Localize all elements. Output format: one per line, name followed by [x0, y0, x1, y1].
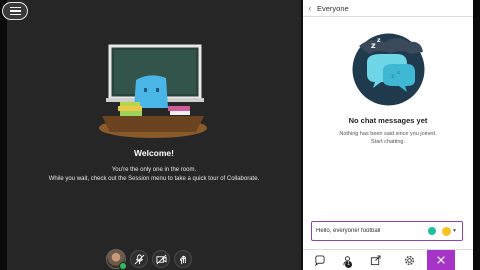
microphone-toggle-button[interactable] [130, 250, 148, 268]
menu-icon-bar [9, 6, 21, 9]
chat-icon [314, 254, 325, 266]
attendee-count-badge: 1 [345, 260, 352, 268]
settings-icon [404, 255, 414, 265]
raise-hand-button[interactable] [174, 250, 192, 268]
left-edge [0, 0, 7, 270]
svg-text:z: z [391, 73, 395, 80]
share-icon [370, 254, 381, 265]
menu-icon-bar [9, 13, 21, 16]
chat-message-input[interactable] [316, 228, 426, 234]
hand-raise-icon [179, 255, 186, 264]
welcome-message-line: You're the only one in the room. [111, 167, 197, 173]
chat-tab-button[interactable] [305, 250, 333, 270]
back-chevron-icon[interactable]: ‹ [303, 3, 317, 13]
welcome-title: Welcome! [134, 148, 174, 158]
empty-chat-title: No chat messages yet [348, 116, 428, 125]
avatar[interactable] [106, 249, 127, 270]
close-panel-button[interactable] [427, 249, 455, 270]
chat-panel-header: ‹ Everyone [303, 0, 473, 17]
empty-chat-message-line: Nothing has been said since you joined. [339, 131, 437, 137]
chevron-down-icon[interactable]: ▼ [452, 228, 457, 234]
menu-icon-bar [9, 10, 21, 12]
media-controls [106, 248, 192, 270]
camera-off-icon [155, 254, 167, 264]
svg-text:z: z [371, 41, 376, 50]
camera-toggle-button[interactable] [152, 250, 170, 268]
share-content-button[interactable] [361, 250, 389, 270]
svg-text:z: z [377, 37, 381, 44]
panel-title: Everyone [317, 3, 349, 13]
grammar-check-icon[interactable] [428, 227, 436, 235]
emoji-icon[interactable] [442, 226, 451, 236]
svg-text:z: z [397, 70, 400, 76]
microphone-off-icon [134, 253, 144, 264]
welcome-message-line: While you wait, check out the Session me… [48, 176, 260, 182]
right-edge [473, 0, 480, 270]
empty-chat-message-line: Start chatting. [371, 139, 405, 145]
classroom-illustration [99, 44, 207, 138]
close-icon [437, 256, 445, 264]
panel-footer-toolbar: 1 [303, 249, 473, 270]
chat-input-wrapper: ▼ [311, 221, 463, 241]
empty-chat-illustration: z z z z [352, 33, 425, 106]
session-menu-button[interactable] [2, 2, 28, 20]
attendees-tab-button[interactable]: 1 [333, 250, 361, 270]
status-indicator [119, 262, 127, 270]
chat-panel: ‹ Everyone z z z z No chat messages yet … [303, 0, 473, 270]
settings-button[interactable] [395, 250, 423, 270]
